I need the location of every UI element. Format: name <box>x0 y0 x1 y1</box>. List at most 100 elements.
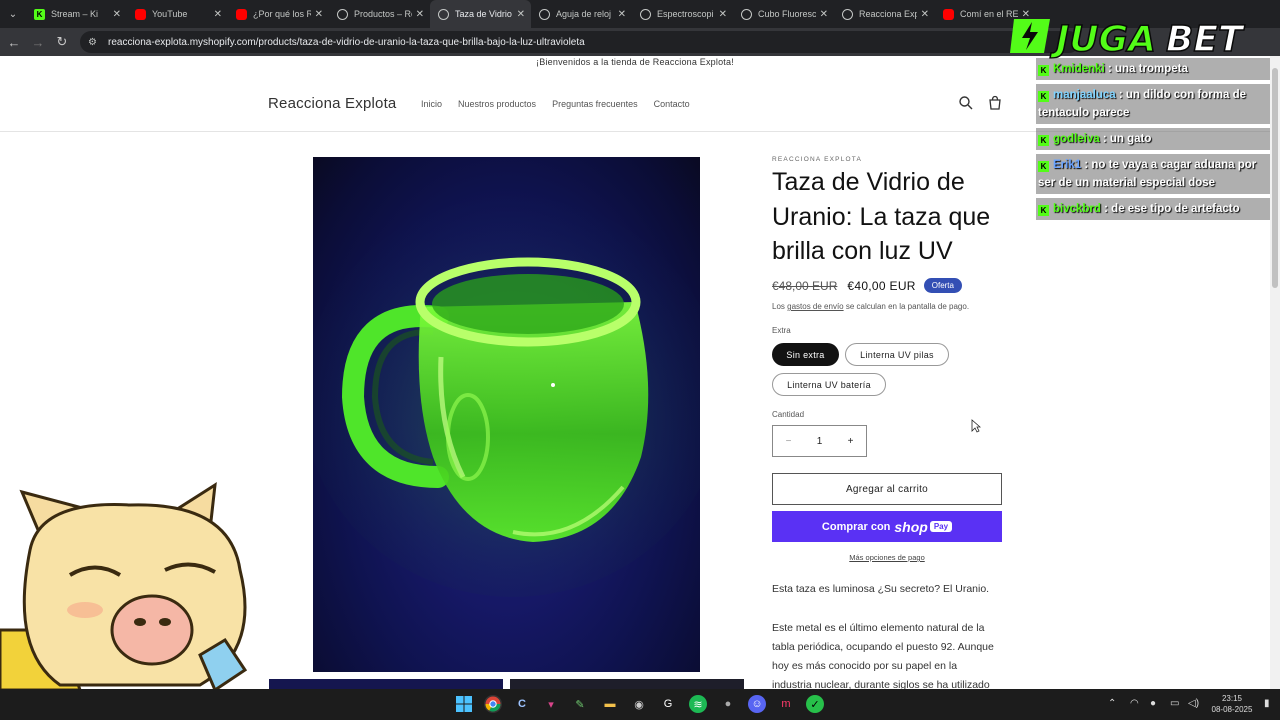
close-tab-icon[interactable]: ✕ <box>921 9 929 20</box>
close-tab-icon[interactable]: ✕ <box>618 9 626 20</box>
app-green-icon[interactable]: ✓ <box>806 695 824 713</box>
app-dark-icon[interactable]: ● <box>719 695 737 713</box>
notifications-icon[interactable]: ▮ <box>1264 698 1270 709</box>
tab-title: Productos – Re <box>354 9 412 19</box>
product-thumbnail-1[interactable] <box>269 679 503 689</box>
shipping-link[interactable]: gastos de envío <box>787 302 843 311</box>
close-tab-icon[interactable]: ✕ <box>113 9 121 20</box>
tab-search-button[interactable]: ⌄ <box>0 0 26 28</box>
browser-tab[interactable]: Cubo Fluoresc ✕ <box>733 0 834 28</box>
app-m-icon[interactable]: ▾ <box>542 695 560 713</box>
chat-username: bivckbrd <box>1053 203 1101 215</box>
site-info-icon[interactable]: ⚙ <box>88 37 100 48</box>
store-logo[interactable]: Reacciona Explota <box>268 95 396 112</box>
nav-productos[interactable]: Nuestros productos <box>458 99 536 109</box>
description-line-2: tabla periódica, ocupando el puesto 92. … <box>772 641 994 653</box>
option-sin-extra[interactable]: Sin extra <box>772 343 839 366</box>
scrollbar-thumb[interactable] <box>1272 68 1278 288</box>
chat-username: manjaaluca <box>1053 89 1116 101</box>
browser-tab[interactable]: K Stream – Ki ✕ <box>26 0 127 28</box>
address-bar[interactable]: ⚙ reacciona-explota.myshopify.com/produc… <box>80 31 1080 53</box>
globe-icon <box>842 8 853 20</box>
quantity-decrease-button[interactable]: − <box>773 436 804 447</box>
kick-badge-icon: K <box>1038 91 1049 102</box>
app-pink-icon[interactable]: m <box>777 695 795 713</box>
chat-text: : un gato <box>1102 133 1152 145</box>
quantity-increase-button[interactable]: + <box>835 436 866 447</box>
tab-title: Stream – Ki <box>51 9 99 19</box>
file-explorer-icon[interactable]: ▬ <box>601 695 619 713</box>
mouse-cursor-icon <box>971 419 981 433</box>
chat-message: K Erik1 : no te vaya a cagar aduana por s… <box>1036 154 1270 194</box>
search-icon[interactable] <box>958 95 974 111</box>
shop-pay-button[interactable]: Comprar con shop Pay <box>772 511 1002 542</box>
chat-text: : de ese tipo de artefacto <box>1104 203 1240 215</box>
close-tab-icon[interactable]: ✕ <box>315 9 323 20</box>
forward-button[interactable]: → <box>26 28 50 56</box>
close-tab-icon[interactable]: ✕ <box>719 9 727 20</box>
windows-start-icon[interactable] <box>455 695 473 713</box>
option-linterna-bateria[interactable]: Linterna UV batería <box>772 373 886 396</box>
product-image[interactable] <box>313 157 700 672</box>
description-line-3: hoy es más conocido por su papel en la <box>772 660 958 672</box>
tab-title: Comí en el RES <box>960 9 1018 19</box>
browser-tab[interactable]: Aguja de reloj ✕ <box>531 0 632 28</box>
option-linterna-pilas[interactable]: Linterna UV pilas <box>845 343 949 366</box>
network-icon[interactable]: ▭ <box>1170 698 1179 709</box>
close-tab-icon[interactable]: ✕ <box>517 9 525 20</box>
description-intro: Esta taza es luminosa ¿Su secreto? El Ur… <box>772 583 990 595</box>
browser-tab[interactable]: Espectroscopi ✕ <box>632 0 733 28</box>
add-to-cart-button[interactable]: Agregar al carrito <box>772 473 1002 505</box>
regular-price: €48,00 EUR <box>772 278 838 293</box>
obs-icon[interactable]: ◉ <box>630 695 648 713</box>
product-thumbnail-2[interactable] <box>510 679 744 689</box>
tab-title: ¿Por qué los R <box>253 9 311 19</box>
close-tab-icon[interactable]: ✕ <box>416 9 424 20</box>
app-g-icon[interactable]: G <box>659 695 677 713</box>
quantity-input[interactable]: 1 <box>804 436 835 447</box>
close-tab-icon[interactable]: ✕ <box>214 9 222 20</box>
chat-message: K Kmidenki : una trompeta <box>1036 58 1270 80</box>
app-pen-icon[interactable]: ✎ <box>571 695 589 713</box>
browser-tab[interactable]: Reacciona Expl ✕ <box>834 0 935 28</box>
sale-price: €40,00 EUR <box>847 278 916 293</box>
nav-preguntas[interactable]: Preguntas frecuentes <box>552 99 638 109</box>
kick-badge-icon: K <box>1038 135 1049 146</box>
app-c-icon[interactable]: C <box>513 695 531 713</box>
spotify-icon[interactable]: ≋ <box>689 695 707 713</box>
main-nav: Inicio Nuestros productos Preguntas frec… <box>421 99 706 109</box>
system-clock[interactable]: 23:15 08-08-2025 <box>1206 693 1258 715</box>
kick-badge-icon: K <box>1038 161 1049 172</box>
discord-icon[interactable]: ☺ <box>748 695 766 713</box>
more-payment-options-link[interactable]: Más opciones de pago <box>772 553 1002 562</box>
close-tab-icon[interactable]: ✕ <box>820 9 828 20</box>
tab-title: Aguja de reloj <box>556 9 612 19</box>
microphone-icon[interactable]: ● <box>1150 698 1156 709</box>
back-button[interactable]: ← <box>2 28 26 56</box>
reload-button[interactable]: ↻ <box>50 28 74 56</box>
nav-contacto[interactable]: Contacto <box>654 99 690 109</box>
shop-logo-text: shop <box>894 518 928 535</box>
kick-badge-icon: K <box>1038 205 1049 216</box>
globe-icon <box>337 8 348 20</box>
tab-title: Reacciona Expl <box>859 9 917 19</box>
browser-tab[interactable]: ¿Por qué los R ✕ <box>228 0 329 28</box>
quantity-label: Cantidad <box>772 410 805 419</box>
browser-tab[interactable]: Taza de Vidrio ✕ <box>430 0 531 28</box>
volume-icon[interactable]: ◁) <box>1188 698 1199 709</box>
globe-icon <box>438 8 449 20</box>
page-scrollbar[interactable] <box>1270 56 1280 689</box>
cart-icon[interactable] <box>987 95 1003 111</box>
browser-tab[interactable]: YouTube ✕ <box>127 0 228 28</box>
globe-icon <box>640 8 651 20</box>
chat-text: : una trompeta <box>1107 63 1188 75</box>
shipping-note-prefix: Los <box>772 302 788 311</box>
tray-chevron-icon[interactable]: ⌃ <box>1108 698 1116 709</box>
sale-badge: Oferta <box>923 278 962 293</box>
price-row: €48,00 EUR €40,00 EUR Oferta <box>772 278 962 293</box>
nav-inicio[interactable]: Inicio <box>421 99 442 109</box>
chrome-icon[interactable] <box>484 695 502 713</box>
clock-date: 08-08-2025 <box>1211 705 1253 714</box>
wifi-icon[interactable]: ◠ <box>1130 698 1139 709</box>
browser-tab[interactable]: Productos – Re ✕ <box>329 0 430 28</box>
